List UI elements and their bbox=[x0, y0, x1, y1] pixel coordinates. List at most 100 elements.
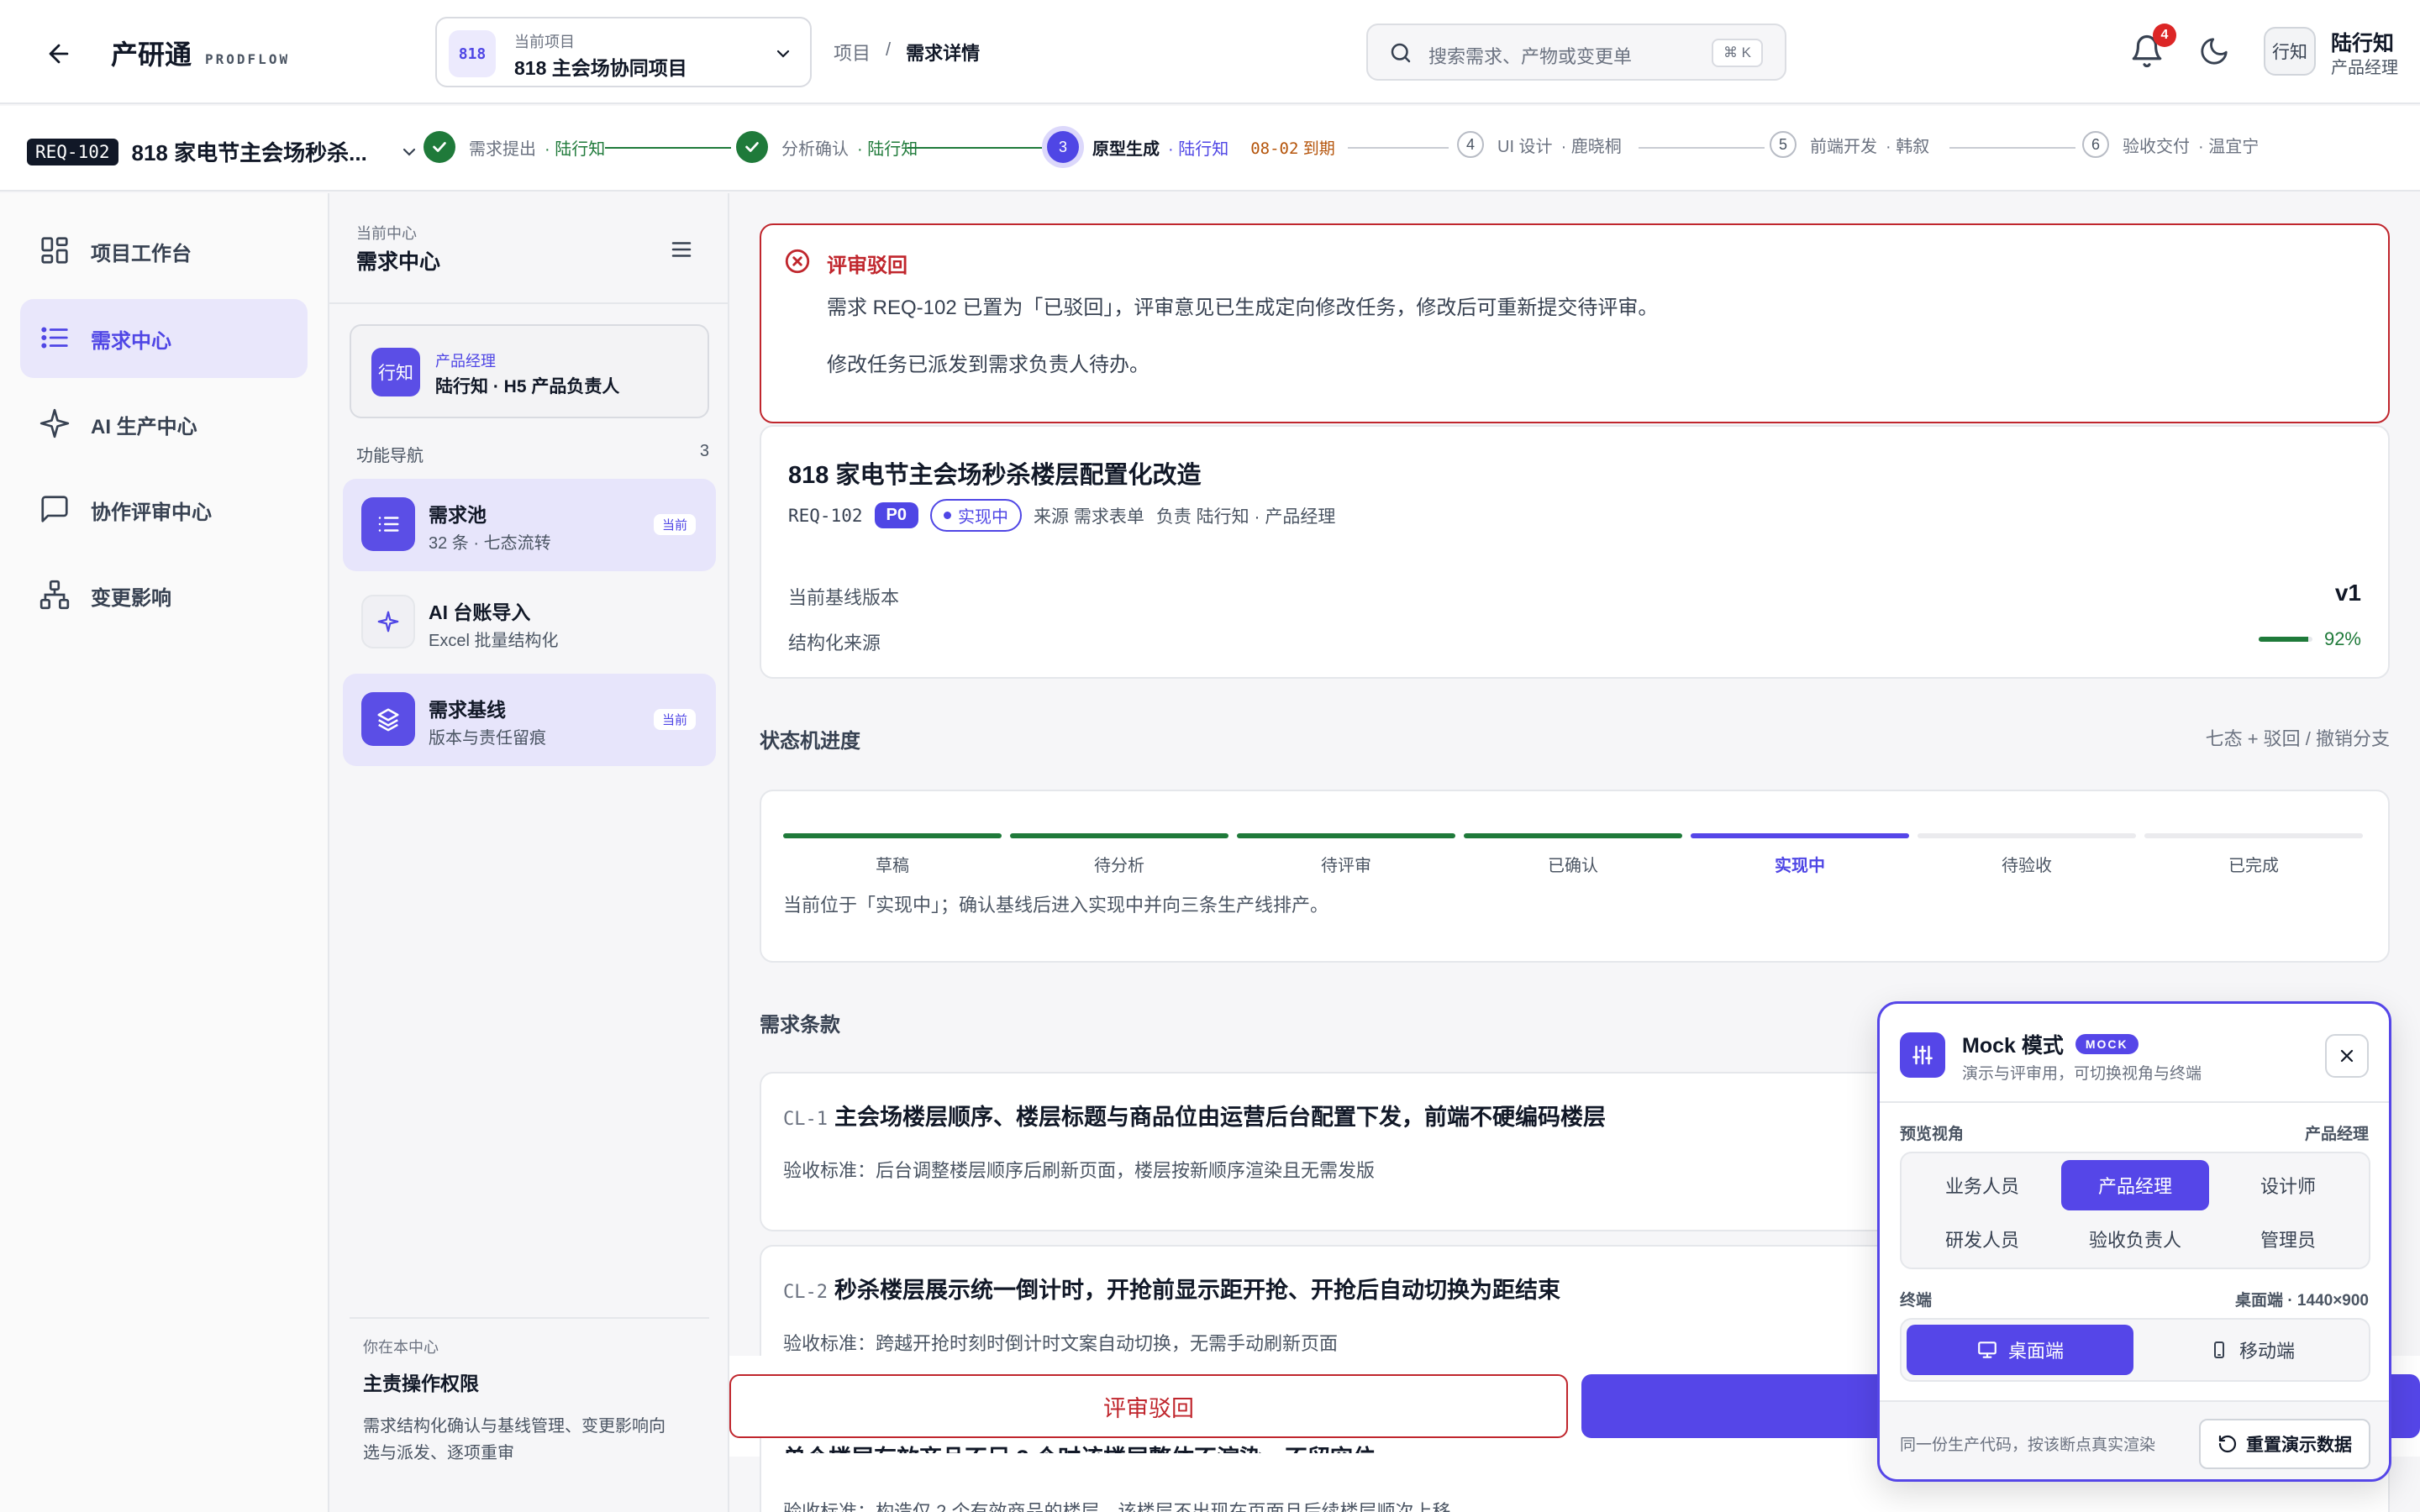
project-selector[interactable]: 818 当前项目 818 主会场协同项目 bbox=[435, 17, 812, 87]
func-title: 需求基线 bbox=[429, 699, 506, 721]
func-sub: 32 条 · 七态流转 bbox=[429, 534, 551, 553]
state-step: 已确认 bbox=[1462, 833, 1684, 876]
monitor-icon bbox=[1978, 1341, 1996, 1358]
nav-item-review[interactable]: 协作评审中心 bbox=[20, 470, 308, 549]
step-due: 08-02 到期 bbox=[1250, 136, 1335, 159]
alert-title: 评审驳回 bbox=[827, 255, 908, 277]
workflow-progress: REQ-102 818 家电节主会场秒杀... 需求提出 · 陆行知 分析确认 … bbox=[0, 106, 2420, 192]
mock-title: Mock 模式 MOCK bbox=[1962, 1029, 2139, 1059]
current-tag: 当前 bbox=[653, 709, 696, 730]
brand-name: 产研通 bbox=[111, 39, 192, 70]
nav-item-workbench[interactable]: 项目工作台 bbox=[20, 212, 308, 291]
nav-item-change-impact[interactable]: 变更影响 bbox=[20, 556, 308, 635]
state-bar bbox=[1918, 833, 2136, 838]
function-nav-label: 功能导航 bbox=[356, 447, 424, 465]
state-bar bbox=[1691, 833, 1909, 838]
device-desktop[interactable]: 桌面端 bbox=[1907, 1325, 2133, 1375]
role-designer[interactable]: 设计师 bbox=[2214, 1160, 2362, 1210]
project-code: 818 bbox=[449, 30, 496, 77]
back-button[interactable] bbox=[39, 34, 79, 74]
state-bar bbox=[1464, 833, 1682, 838]
breadcrumb-projects[interactable]: 项目 bbox=[834, 39, 871, 66]
search-box[interactable]: 搜索需求、产物或变更单 ⌘ K bbox=[1366, 24, 1786, 81]
breadcrumb: 项目 / 需求详情 bbox=[834, 39, 980, 66]
user-name: 陆行知 bbox=[2331, 32, 2395, 55]
device-toggle: 桌面端 移动端 bbox=[1900, 1318, 2370, 1382]
phone-icon bbox=[2213, 1341, 2224, 1358]
req-title: 818 家电节主会场秒杀... bbox=[131, 140, 367, 165]
mock-subtitle: 演示与评审用，可切换视角与终端 bbox=[1962, 1065, 2202, 1083]
step-owner: · 鹿晓桐 bbox=[1560, 137, 1622, 156]
step-2[interactable]: 分析确认 · 陆行知 bbox=[736, 131, 918, 163]
notifications-button[interactable]: 4 bbox=[2129, 24, 2176, 69]
search-icon bbox=[1391, 43, 1411, 63]
state-note: 当前位于「实现中」；确认基线后进入实现中并向三条生产线排产。 bbox=[783, 895, 1329, 916]
alert-message: 修改任务已派发到需求负责人待办。 bbox=[827, 354, 1150, 376]
step-number: 6 bbox=[2082, 131, 2109, 158]
state-label: 已确认 bbox=[1548, 857, 1598, 875]
theme-toggle[interactable] bbox=[2198, 35, 2230, 67]
nav-label: AI 生产中心 bbox=[91, 415, 197, 438]
function-nav-header: 功能导航 3 bbox=[356, 442, 709, 466]
section-title: 状态机进度 bbox=[760, 730, 860, 753]
nav-item-requirements[interactable]: 需求中心 bbox=[20, 299, 308, 378]
sparkle-icon bbox=[361, 595, 415, 648]
step-label: UI 设计 bbox=[1497, 137, 1553, 156]
state-step: 草稿 bbox=[781, 833, 1003, 876]
layers-icon bbox=[361, 692, 415, 746]
chevron-down-icon bbox=[402, 148, 415, 156]
step-owner: · 陆行知 bbox=[857, 139, 918, 159]
nav-label: 协作评审中心 bbox=[91, 501, 212, 524]
step-6[interactable]: 6 验收交付 · 温宜宁 bbox=[2082, 131, 2259, 158]
state-label: 实现中 bbox=[1775, 857, 1825, 875]
reject-button[interactable]: 评审驳回 bbox=[729, 1374, 1568, 1438]
view-label: 预览视角 bbox=[1900, 1126, 1965, 1143]
device-mobile[interactable]: 移动端 bbox=[2139, 1325, 2365, 1375]
role-acceptance[interactable]: 验收负责人 bbox=[2061, 1214, 2209, 1264]
reset-demo-button[interactable]: 重置演示数据 bbox=[2199, 1419, 2370, 1469]
close-button[interactable] bbox=[2325, 1034, 2369, 1078]
step-number: 3 bbox=[1047, 131, 1079, 163]
notification-count: 4 bbox=[2153, 24, 2176, 47]
reset-icon bbox=[2218, 1435, 2237, 1453]
state-label: 待分析 bbox=[1094, 857, 1144, 875]
progress-fill bbox=[2259, 637, 2308, 642]
func-item-ai-import[interactable]: AI 台账导入 Excel 批量结构化 bbox=[343, 576, 716, 669]
state-label: 已完成 bbox=[2228, 857, 2279, 875]
step-owner: · 韩叙 bbox=[1886, 137, 1930, 156]
check-icon bbox=[736, 131, 768, 163]
requirement-switcher[interactable]: REQ-102 818 家电节主会场秒杀... bbox=[27, 136, 419, 167]
func-item-requirement-pool[interactable]: 需求池 32 条 · 七态流转 当前 bbox=[343, 479, 716, 571]
brand: 产研通 PRODFLOW bbox=[111, 34, 290, 72]
step-connector bbox=[605, 147, 731, 149]
center-sidebar: 当前中心 需求中心 行知 产品经理 陆行知 · H5 产品负责人 功能导航 3 … bbox=[329, 193, 729, 1512]
step-5[interactable]: 5 前端开发 · 韩叙 bbox=[1770, 131, 1929, 158]
step-4[interactable]: 4 UI 设计 · 鹿晓桐 bbox=[1457, 131, 1622, 158]
arrow-left-icon bbox=[49, 44, 69, 64]
state-machine-header: 状态机进度 七态 + 驳回 / 撤销分支 bbox=[760, 724, 2390, 753]
hierarchy-icon bbox=[39, 580, 70, 610]
nav-label: 需求中心 bbox=[91, 329, 171, 353]
nav-label: 变更影响 bbox=[91, 586, 171, 610]
nav-item-ai-production[interactable]: AI 生产中心 bbox=[20, 385, 308, 464]
state-bar bbox=[2144, 833, 2363, 838]
search-shortcut: ⌘ K bbox=[1711, 39, 1763, 67]
step-1[interactable]: 需求提出 · 陆行知 bbox=[424, 131, 605, 163]
func-title: AI 台账导入 bbox=[429, 601, 531, 623]
role-product-manager[interactable]: 产品经理 bbox=[2061, 1160, 2209, 1210]
role-admin[interactable]: 管理员 bbox=[2214, 1214, 2362, 1264]
due-text: 到期 bbox=[1302, 139, 1335, 158]
state-step: 待分析 bbox=[1008, 833, 1230, 876]
func-item-baseline[interactable]: 需求基线 版本与责任留痕 当前 bbox=[343, 674, 716, 766]
role-business[interactable]: 业务人员 bbox=[1908, 1160, 2056, 1210]
avatar: 行知 bbox=[2264, 27, 2316, 76]
role-developer[interactable]: 研发人员 bbox=[1908, 1214, 2056, 1264]
step-connector bbox=[908, 147, 1042, 149]
clause-acceptance: 验收标准：后台调整楼层顺序后刷新页面，楼层按新顺序渲染且无需发版 bbox=[783, 1160, 1376, 1181]
step-3[interactable]: 3 原型生成 · 陆行知 08-02 到期 bbox=[1047, 131, 1335, 163]
sliders-icon bbox=[1900, 1032, 1945, 1078]
search-placeholder: 搜索需求、产物或变更单 bbox=[1428, 46, 1633, 67]
menu-icon[interactable] bbox=[669, 237, 694, 262]
mock-badge: MOCK bbox=[2075, 1034, 2139, 1054]
nav-label: 项目工作台 bbox=[91, 242, 192, 265]
